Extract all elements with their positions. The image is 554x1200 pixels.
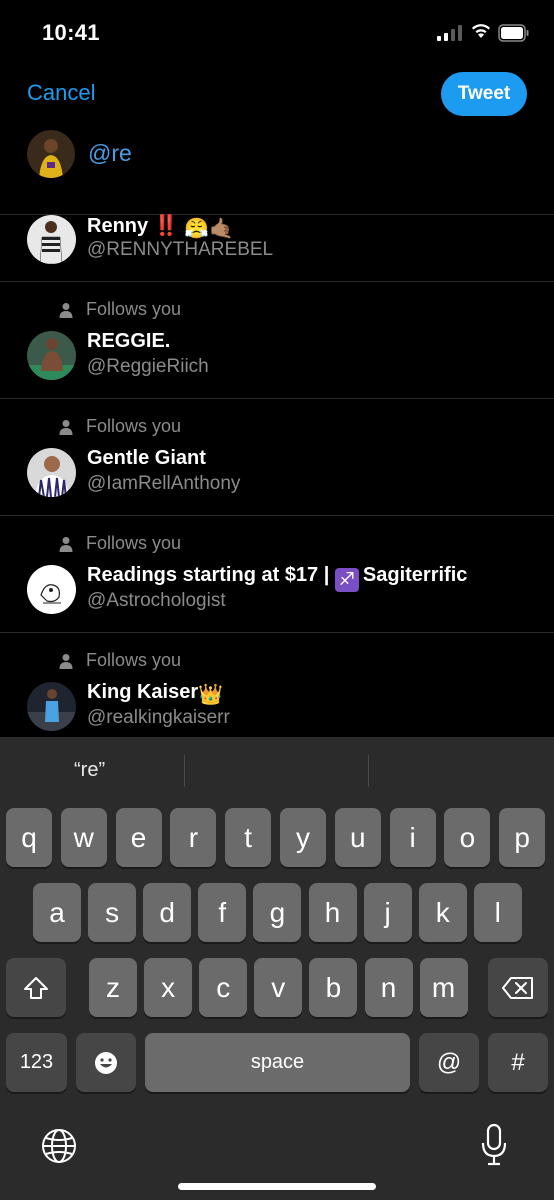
follows-you-label: Follows you [58, 299, 181, 320]
key-d[interactable]: d [143, 883, 192, 942]
suggestion-name: Renny ‼️ 😤🤙🏽 [87, 215, 234, 240]
person-icon [59, 536, 73, 552]
at-key[interactable]: @ [419, 1033, 479, 1092]
key-a[interactable]: a [33, 883, 81, 942]
key-j[interactable]: j [363, 883, 412, 942]
list-item[interactable]: Follows you Readings starting at $17 | ♐… [0, 515, 554, 632]
key-g[interactable]: g [253, 883, 302, 942]
follows-you-label: Follows you [58, 416, 181, 437]
tweet-button[interactable]: Tweet [441, 72, 527, 116]
suggestion-handle: @RENNYTHAREBEL [87, 239, 274, 260]
key-e[interactable]: e [115, 808, 162, 867]
key-i[interactable]: i [389, 808, 436, 867]
key-p[interactable]: p [499, 808, 546, 867]
follows-you-label: Follows you [58, 650, 181, 671]
compose-row: @re [0, 126, 554, 186]
suggestion-name: Gentle Giant [87, 447, 206, 469]
person-icon [59, 302, 73, 318]
person-icon [59, 653, 73, 669]
key-n[interactable]: n [364, 958, 413, 1017]
suggestion-handle: @Astrochologist [87, 590, 226, 611]
key-y[interactable]: y [280, 808, 326, 867]
list-item[interactable]: Renny ‼️ 😤🤙🏽 @RENNYTHAREBEL [0, 214, 554, 281]
key-l[interactable]: l [473, 883, 522, 942]
avatar [27, 565, 76, 614]
numbers-key[interactable]: 123 [6, 1033, 67, 1092]
delete-key[interactable] [488, 958, 548, 1017]
status-time: 10:41 [42, 20, 100, 45]
wifi-icon [472, 24, 490, 38]
mention-suggestions-list: Renny ‼️ 😤🤙🏽 @RENNYTHAREBEL Follows you … [0, 186, 554, 736]
key-v[interactable]: v [254, 958, 303, 1017]
globe-icon[interactable] [40, 1127, 78, 1165]
home-indicator [178, 1183, 376, 1190]
key-o[interactable]: o [444, 808, 491, 867]
list-item[interactable]: Follows you King Kaiser👑 @realkingkaiser… [0, 632, 554, 736]
avatar [27, 130, 75, 178]
key-k[interactable]: k [418, 883, 467, 942]
avatar [27, 448, 76, 497]
key-f[interactable]: f [198, 883, 247, 942]
person-icon [59, 419, 73, 435]
cancel-button[interactable]: Cancel [27, 80, 95, 106]
emoji-icon [95, 1051, 117, 1074]
crown-icon: 👑 [198, 684, 224, 706]
suggestion-name: King Kaiser👑 [87, 681, 224, 706]
shift-key[interactable] [6, 958, 66, 1017]
key-c[interactable]: c [199, 958, 248, 1017]
shift-icon [24, 976, 48, 999]
key-q[interactable]: q [6, 808, 52, 867]
emoji-badge: 😤🤙🏽 [184, 218, 234, 240]
suggestion-handle: @IamRellAnthony [87, 473, 241, 494]
space-key[interactable]: space [145, 1033, 410, 1092]
follows-you-label: Follows you [58, 533, 181, 554]
status-bar: 10:41 [0, 0, 554, 64]
suggestion-handle: @realkingkaiserr [87, 707, 230, 728]
cellular-signal-icon [437, 25, 462, 41]
prediction-suggestion[interactable]: “re” [74, 759, 105, 782]
battery-icon [498, 24, 529, 42]
list-item[interactable]: Follows you REGGIE. @ReggieRiich [0, 281, 554, 398]
microphone-icon[interactable] [480, 1123, 508, 1167]
divider [368, 755, 369, 787]
key-x[interactable]: x [144, 958, 193, 1017]
key-r[interactable]: r [170, 808, 217, 867]
divider [184, 755, 185, 787]
backspace-icon [502, 976, 533, 999]
key-b[interactable]: b [309, 958, 358, 1017]
sagittarius-icon: ♐ [334, 567, 359, 592]
key-w[interactable]: w [60, 808, 107, 867]
compose-input[interactable]: @re [88, 140, 132, 167]
key-s[interactable]: s [88, 883, 137, 942]
key-z[interactable]: z [89, 958, 137, 1017]
predictive-text-bar: “re” [0, 737, 554, 805]
key-u[interactable]: u [334, 808, 381, 867]
avatar [27, 215, 76, 264]
suggestion-handle: @ReggieRiich [87, 356, 209, 377]
avatar [27, 331, 76, 380]
key-h[interactable]: h [308, 883, 357, 942]
suggestion-name: REGGIE. [87, 330, 171, 352]
list-item[interactable]: Follows you Gentle Giant @IamRellAnthony [0, 398, 554, 515]
avatar [27, 682, 76, 731]
suggestion-name: Readings starting at $17 | ♐ Sagiterrific [87, 564, 467, 592]
hash-key[interactable]: # [488, 1033, 548, 1092]
key-m[interactable]: m [419, 958, 468, 1017]
key-t[interactable]: t [225, 808, 272, 867]
emoji-key[interactable] [76, 1033, 136, 1092]
